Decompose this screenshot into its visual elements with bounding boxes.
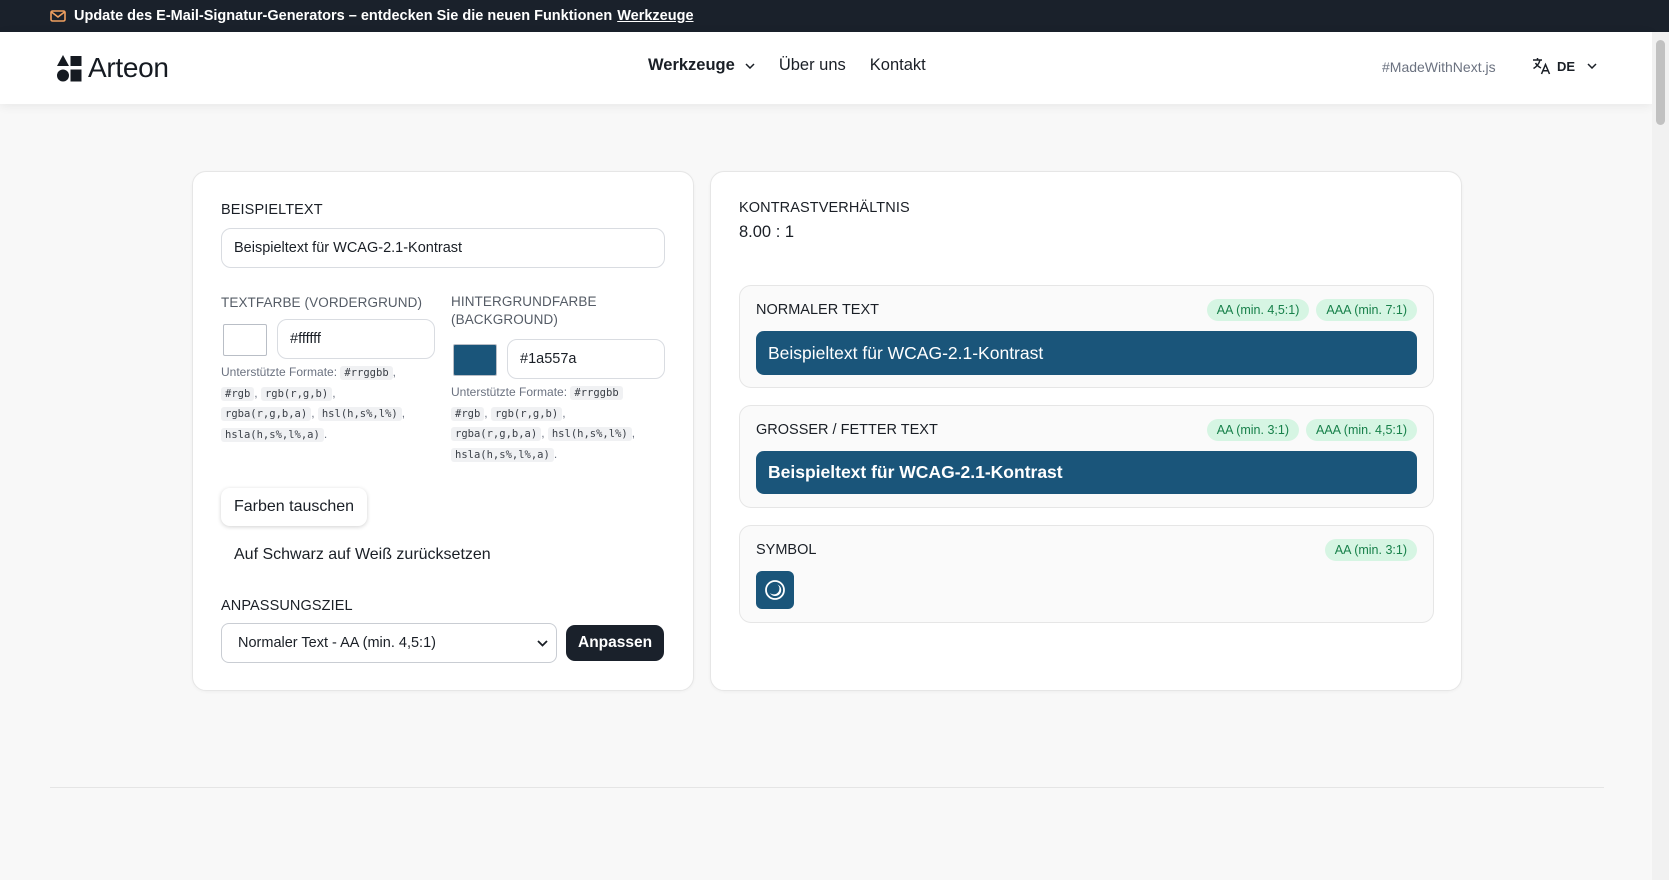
nav-kontakt[interactable]: Kontakt xyxy=(870,56,926,75)
format-code: hsl(h,s%,l%) xyxy=(317,407,402,421)
format-code: hsla(h,s%,l%,a) xyxy=(221,427,324,442)
ratio-value: 8.00 : 1 xyxy=(739,223,795,241)
adjust-button[interactable]: Anpassen xyxy=(566,625,665,661)
language-code: DE xyxy=(1557,58,1576,74)
scrollbar-thumb[interactable] xyxy=(1656,40,1665,125)
target-select[interactable]: Normaler Text - AA (min. 4,5:1) xyxy=(221,623,557,663)
normal-text-result: NORMALER TEXT AA (min. 4,5:1) AAA (min. … xyxy=(739,285,1434,388)
format-code: rgb(r,g,b) xyxy=(260,386,333,401)
result-card: KONTRASTVERHÄLTNIS 8.00 : 1 NORMALER TEX… xyxy=(710,171,1462,691)
format-code: hsl(h,s%,l%) xyxy=(547,427,632,441)
status-badge: AA (min. 4,5:1) xyxy=(1206,299,1310,321)
chevron-down-icon xyxy=(745,62,755,69)
format-code: #rrggbb xyxy=(570,386,623,400)
normal-text-title: NORMALER TEXT xyxy=(756,302,880,318)
page-scrollbar[interactable] xyxy=(1652,32,1669,880)
background-label: HINTERGRUNDFARBE (BACKGROUND) xyxy=(451,293,597,329)
format-code: rgba(r,g,b,a) xyxy=(221,407,312,421)
input-card: BEISPIELTEXT Beispieltext für WCAG-2.1-K… xyxy=(192,171,694,691)
chevron-down-icon xyxy=(1587,63,1597,69)
format-code: hsla(h,s%,l%,a) xyxy=(451,447,554,462)
format-code: #rgb xyxy=(451,406,485,421)
status-badge: AA (min. 3:1) xyxy=(1206,419,1299,441)
logo[interactable]: Arteon xyxy=(56,52,169,84)
large-text-title: GROSSER / FETTER TEXT xyxy=(756,422,938,438)
large-text-preview: Beispieltext für WCAG-2.1-Kontrast xyxy=(756,451,1417,494)
normal-text-badges: AA (min. 4,5:1) AAA (min. 7:1) xyxy=(1200,299,1417,321)
large-text-result: GROSSER / FETTER TEXT AA (min. 3:1) AAA … xyxy=(739,405,1434,508)
sample-text-input[interactable]: Beispieltext für WCAG-2.1-Kontrast xyxy=(221,228,665,268)
status-badge: AAA (min. 4,5:1) xyxy=(1305,419,1417,441)
background-label-line1: HINTERGRUNDFARBE xyxy=(451,294,597,309)
moon-circle-icon xyxy=(765,580,785,600)
symbol-preview xyxy=(756,571,794,609)
format-code: rgba(r,g,b,a) xyxy=(451,427,542,441)
nav-ueber-uns[interactable]: Über uns xyxy=(779,56,846,75)
reset-colors-button[interactable]: Auf Schwarz auf Weiß zurücksetzen xyxy=(221,536,504,574)
footer-divider xyxy=(50,787,1604,788)
swap-colors-button[interactable]: Farben tauschen xyxy=(221,488,368,526)
format-code: rgb(r,g,b) xyxy=(490,406,563,421)
large-text-badges: AA (min. 3:1) AAA (min. 4,5:1) xyxy=(1200,419,1417,441)
background-swatch[interactable] xyxy=(453,344,497,376)
main-nav: Werkzeuge Über uns Kontakt xyxy=(648,56,950,75)
logo-text: Arteon xyxy=(88,52,169,83)
symbol-result: SYMBOL AA (min. 3:1) xyxy=(739,525,1434,623)
formats-prefix: Unterstützte Formate: xyxy=(221,365,338,379)
status-badge: AA (min. 3:1) xyxy=(1324,539,1417,561)
background-input[interactable]: #1a557a xyxy=(507,339,665,379)
symbol-badges: AA (min. 3:1) xyxy=(1318,539,1417,561)
target-select-value: Normaler Text - AA (min. 4,5:1) xyxy=(238,635,436,651)
background-label-line2: (BACKGROUND) xyxy=(451,312,558,327)
foreground-label: TEXTFARBE (VORDERGRUND) xyxy=(221,295,423,310)
foreground-formats: Unterstützte Formate: #rrggbb, #rgb, rgb… xyxy=(221,365,406,442)
background-formats: Unterstützte Formate: #rrggbb #rgb, rgb(… xyxy=(451,385,636,462)
language-switcher[interactable]: DE xyxy=(1532,57,1597,75)
formats-prefix: Unterstützte Formate: xyxy=(451,385,568,399)
chevron-down-icon xyxy=(537,640,548,647)
nav-werkzeuge[interactable]: Werkzeuge xyxy=(648,56,755,75)
format-code: #rrggbb xyxy=(340,366,393,380)
announcement-bar: Update des E-Mail-Signatur-Generators – … xyxy=(0,0,1669,32)
arteon-logo-icon xyxy=(57,54,82,81)
status-badge: AAA (min. 7:1) xyxy=(1316,299,1417,321)
format-code: #rgb xyxy=(221,386,255,401)
foreground-input[interactable]: #ffffff xyxy=(277,319,435,359)
translate-icon xyxy=(1533,58,1551,75)
ratio-label: KONTRASTVERHÄLTNIS xyxy=(739,200,910,216)
symbol-title: SYMBOL xyxy=(756,542,817,558)
normal-text-preview: Beispieltext für WCAG-2.1-Kontrast xyxy=(756,331,1417,375)
target-label: ANPASSUNGSZIEL xyxy=(221,598,353,614)
sample-text-label: BEISPIELTEXT xyxy=(221,202,323,218)
announcement-text: Update des E-Mail-Signatur-Generators – … xyxy=(74,8,613,24)
made-with-link[interactable]: #MadeWithNext.js xyxy=(1382,59,1496,75)
site-header: Arteon Werkzeuge Über uns Kontakt #MadeW… xyxy=(0,32,1652,104)
nav-werkzeuge-label: Werkzeuge xyxy=(648,56,735,74)
announcement-link[interactable]: Werkzeuge xyxy=(617,8,693,24)
foreground-swatch[interactable] xyxy=(223,324,267,356)
mail-icon xyxy=(50,10,66,22)
